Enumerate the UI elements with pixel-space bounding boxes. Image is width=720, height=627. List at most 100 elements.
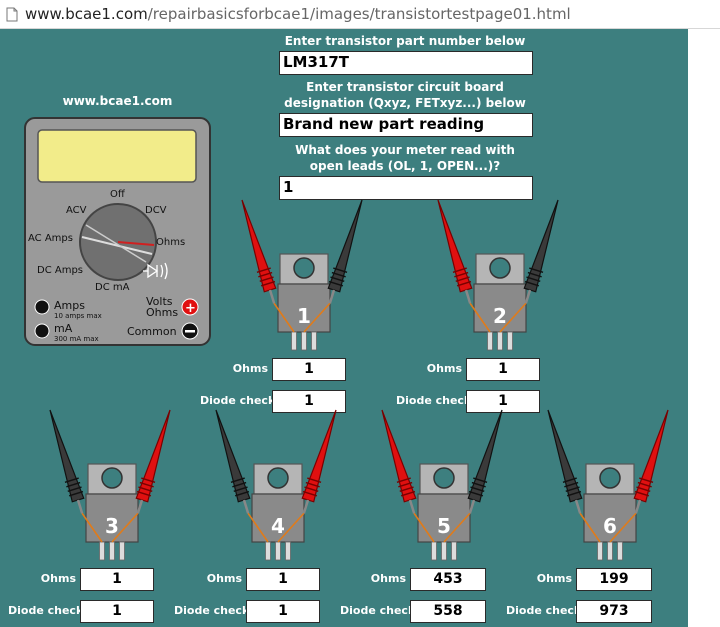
diode-check-label: Diode check [396, 394, 472, 407]
diode-value-3[interactable]: 1 [80, 600, 154, 623]
page-icon [6, 7, 18, 21]
ma-jack-label: mA [54, 322, 73, 335]
amps-jack-sublabel: 10 amps max [54, 312, 102, 320]
dial-label-dc-ma: DC mA [95, 282, 130, 293]
ohms-label: Ohms [370, 572, 406, 585]
component-lead-2 [497, 331, 503, 351]
ohms-value-4[interactable]: 1 [246, 568, 320, 591]
right-margin [688, 29, 720, 627]
component-lead-1 [99, 541, 105, 561]
ohms-value-3[interactable]: 1 [80, 568, 154, 591]
mounting-hole [599, 467, 621, 489]
test-number: 6 [603, 514, 617, 538]
ohms-label: Ohms [206, 572, 242, 585]
diode-value-4[interactable]: 1 [246, 600, 320, 623]
probe-left-black[interactable] [215, 409, 251, 514]
open-leads-input[interactable]: 1 [279, 176, 533, 200]
probe-right-black[interactable] [467, 409, 503, 514]
site-label: www.bcae1.com [62, 94, 173, 108]
probe-right-red[interactable] [633, 409, 669, 514]
amps-jack[interactable] [34, 299, 50, 315]
probe-left-red-tip [408, 499, 416, 514]
component-lead-3 [311, 331, 317, 351]
dial-label-ohms: Ohms [156, 237, 185, 248]
transistor-test-1: 1 [241, 199, 363, 351]
test-number: 4 [271, 514, 285, 538]
component-lead-2 [301, 331, 307, 351]
part-number-input[interactable]: LM317T [279, 51, 533, 75]
meter-display [37, 129, 197, 183]
diode-value-5[interactable]: 558 [410, 600, 486, 623]
part-number-heading-text: Enter transistor part number below [284, 34, 526, 48]
designation-value: Brand new part reading [283, 115, 485, 133]
test-number: 1 [297, 304, 311, 328]
ma-jack[interactable] [34, 323, 50, 339]
open-leads-heading: What does your meter read with open lead… [270, 142, 540, 174]
amps-jack-label: Amps [54, 299, 85, 312]
probe-left-black[interactable] [49, 409, 85, 514]
open-leads-value: 1 [283, 178, 294, 196]
dial-label-dc-amps: DC Amps [37, 265, 83, 276]
probe-left-black-tip [574, 499, 582, 514]
ohms-label: Ohms [232, 362, 268, 375]
ohms-label: Ohms [536, 572, 572, 585]
transistor-test-4: 4 [215, 409, 337, 561]
address-bar[interactable]: www.bcae1.com/repairbasicsforbcae1/image… [0, 0, 720, 29]
plus-icon: + [185, 301, 196, 316]
url-text: www.bcae1.com/repairbasicsforbcae1/image… [25, 5, 571, 23]
probe-left-red[interactable] [437, 199, 473, 304]
component-lead-1 [487, 331, 493, 351]
component-lead-2 [109, 541, 115, 561]
diode-check-label: Diode check [340, 604, 416, 617]
component-lead-1 [597, 541, 603, 561]
component-lead-1 [431, 541, 437, 561]
component-lead-3 [507, 331, 513, 351]
probe-right-red[interactable] [301, 409, 337, 514]
dial-label-off: Off [110, 189, 126, 200]
probe-left-black-tip [242, 499, 250, 514]
probe-left-red[interactable] [381, 409, 417, 514]
diode-check-label: Diode check [506, 604, 582, 617]
transistor-test-2: 2 [437, 199, 559, 351]
component-lead-2 [441, 541, 447, 561]
component-lead-3 [285, 541, 291, 561]
ohms-label: Ohms [426, 362, 462, 375]
component-lead-3 [451, 541, 457, 561]
designation-heading: Enter transistor circuit board designati… [270, 79, 540, 111]
probe-right-red[interactable] [135, 409, 171, 514]
mounting-hole [293, 257, 315, 279]
diode-check-label: Diode check [200, 394, 276, 407]
ohms-value-1[interactable]: 1 [272, 358, 346, 381]
probe-left-red-tip [268, 289, 276, 304]
test-number: 5 [437, 514, 451, 538]
designation-heading-line2: designation (Qxyz, FETxyz...) below [284, 96, 526, 110]
transistor-test-6: 6 [547, 409, 669, 561]
component-lead-2 [607, 541, 613, 561]
ohms-value-2[interactable]: 1 [466, 358, 540, 381]
component-lead-3 [119, 541, 125, 561]
component-lead-3 [617, 541, 623, 561]
diode-check-label: Diode check [174, 604, 250, 617]
part-number-heading: Enter transistor part number below [270, 33, 540, 49]
test-number: 3 [105, 514, 119, 538]
probe-left-red-tip [464, 289, 472, 304]
probe-left-red[interactable] [241, 199, 277, 304]
component-lead-1 [291, 331, 297, 351]
component-lead-2 [275, 541, 281, 561]
test-number: 2 [493, 304, 507, 328]
url-path: /repairbasicsforbcae1/images/transistort… [147, 5, 571, 23]
transistor-test-3: 3 [49, 409, 171, 561]
diode-check-label: Diode check [8, 604, 84, 617]
probe-right-black[interactable] [327, 199, 363, 304]
ohms-label: Ohms [40, 572, 76, 585]
ohms-value-5[interactable]: 453 [410, 568, 486, 591]
open-leads-heading-line1: What does your meter read with [295, 143, 515, 157]
diode-value-6[interactable]: 973 [576, 600, 652, 623]
designation-input[interactable]: Brand new part reading [279, 113, 533, 137]
mounting-hole [267, 467, 289, 489]
component-lead-1 [265, 541, 271, 561]
probe-left-black[interactable] [547, 409, 583, 514]
probe-right-black[interactable] [523, 199, 559, 304]
ohms-value-6[interactable]: 199 [576, 568, 652, 591]
ma-jack-sublabel: 300 mA max [54, 335, 99, 343]
